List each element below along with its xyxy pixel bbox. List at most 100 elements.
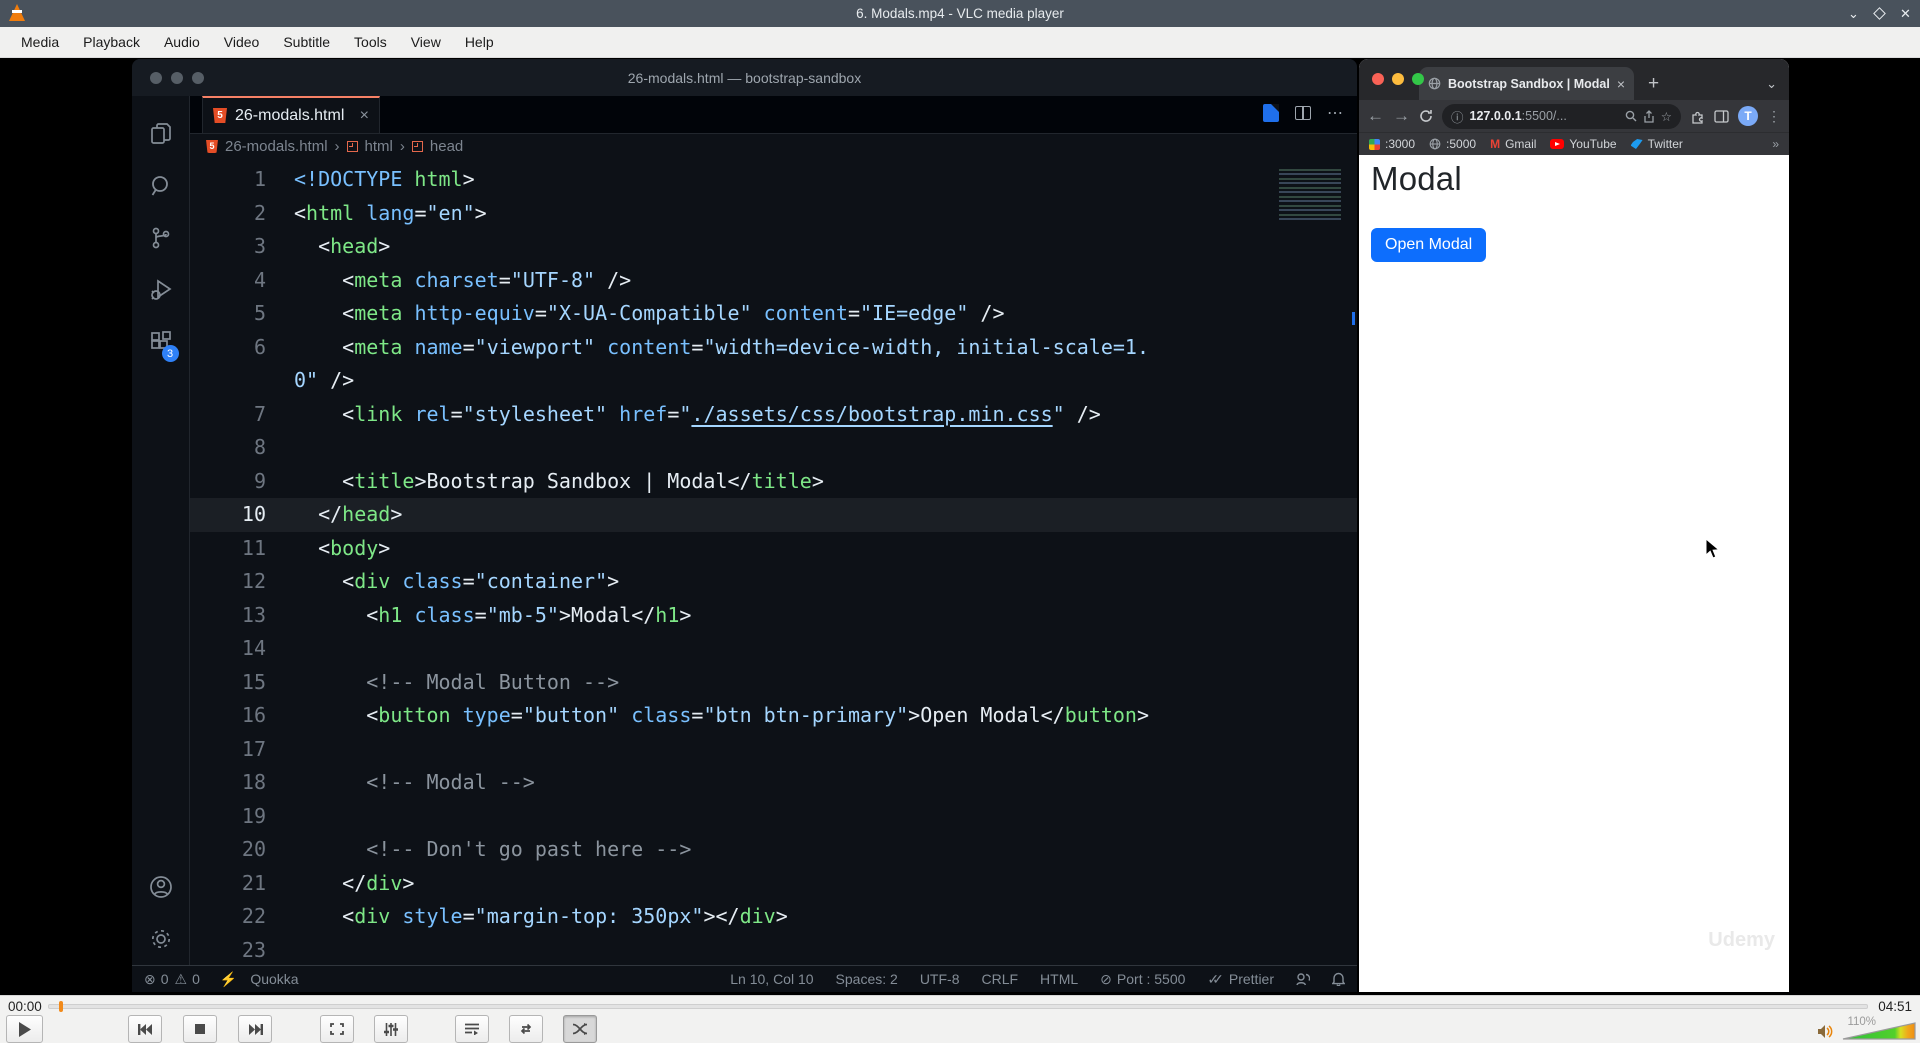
code-line[interactable]: 16 <button type="button" class="btn btn-… (190, 699, 1357, 733)
profile-avatar[interactable]: T (1738, 106, 1758, 126)
notifications-bell-icon[interactable] (1332, 972, 1345, 986)
eol-sequence[interactable]: CRLF (981, 971, 1018, 987)
code-line[interactable]: 12 <div class="container"> (190, 565, 1357, 599)
bookmarks-overflow-icon[interactable]: » (1772, 137, 1779, 151)
open-preview-icon[interactable] (1263, 104, 1279, 122)
fullscreen-button[interactable] (320, 1015, 354, 1043)
zoom-magnifier-icon[interactable] (1625, 110, 1637, 122)
breadcrumb-html[interactable]: html (365, 138, 393, 155)
code-line[interactable]: 2 <html lang="en"> (190, 197, 1357, 231)
bookmark-star-icon[interactable]: ☆ (1661, 109, 1672, 124)
prettier-status[interactable]: ✓✓ Prettier (1207, 971, 1274, 988)
bookmark-5000[interactable]: :5000 (1429, 137, 1476, 151)
menu-playback[interactable]: Playback (72, 31, 151, 53)
new-tab-icon[interactable]: + (1648, 73, 1659, 95)
code-line[interactable]: 23 (190, 934, 1357, 966)
code-line[interactable]: 0" /> (190, 364, 1357, 398)
forward-icon[interactable]: → (1393, 106, 1410, 126)
browser-tab[interactable]: Bootstrap Sandbox | Modal × (1419, 67, 1634, 100)
feedback-icon[interactable] (1296, 972, 1310, 986)
quokka-status[interactable]: ⚡ Quokka (220, 971, 299, 988)
side-panel-icon[interactable] (1714, 109, 1729, 123)
code-line[interactable]: 18 <!-- Modal --> (190, 766, 1357, 800)
code-editor[interactable]: 1 <!DOCTYPE html> 2 <html lang="en"> 3 <head… (190, 158, 1357, 965)
code-line[interactable]: 21 </div> (190, 867, 1357, 901)
bookmark-youtube[interactable]: YouTube (1550, 137, 1617, 151)
back-icon[interactable]: ← (1367, 106, 1384, 126)
shuffle-button[interactable] (563, 1015, 597, 1043)
settings-gear-icon[interactable] (137, 913, 185, 965)
editor-more-actions-icon[interactable]: ⋯ (1327, 103, 1343, 123)
bookmark-3000[interactable]: :3000 (1369, 137, 1415, 151)
source-control-icon[interactable] (137, 212, 185, 264)
run-debug-icon[interactable] (137, 264, 185, 316)
code-line[interactable]: 11 <body> (190, 532, 1357, 566)
code-line[interactable]: 20 <!-- Don't go past here --> (190, 833, 1357, 867)
speaker-icon[interactable] (1818, 1025, 1834, 1038)
chrome-menu-icon[interactable]: ⋮ (1767, 108, 1781, 125)
extensions-puzzle-icon[interactable] (1690, 109, 1705, 124)
code-line[interactable]: 19 (190, 800, 1357, 834)
tab-close-icon[interactable]: × (1617, 76, 1625, 92)
site-info-icon[interactable]: ⓘ (1451, 107, 1464, 126)
loop-button[interactable] (509, 1015, 543, 1043)
menu-help[interactable]: Help (454, 31, 505, 53)
code-line[interactable]: 1 <!DOCTYPE html> (190, 163, 1357, 197)
address-bar[interactable]: ⓘ 127.0.0.1:5500/... ☆ (1442, 103, 1681, 129)
encoding[interactable]: UTF-8 (920, 971, 960, 987)
volume-slider[interactable] (1842, 1022, 1916, 1040)
code-line[interactable]: 6 <meta name="viewport" content="width=d… (190, 331, 1357, 365)
next-button[interactable] (238, 1015, 272, 1043)
code-line[interactable]: 5 <meta http-equiv="X-UA-Compatible" con… (190, 297, 1357, 331)
problems-warnings[interactable]: ⚠ 0 (175, 971, 200, 988)
code-line[interactable]: 14 (190, 632, 1357, 666)
live-server-port[interactable]: ⊘ Port : 5500 (1100, 971, 1185, 988)
seek-handle[interactable] (59, 1001, 63, 1012)
code-line[interactable]: 10 </head> (190, 498, 1357, 532)
playlist-button[interactable] (455, 1015, 489, 1043)
extensions-icon[interactable]: 3 (137, 316, 185, 368)
breadcrumb-head[interactable]: head (430, 138, 463, 155)
stop-button[interactable] (183, 1015, 217, 1043)
menu-video[interactable]: Video (213, 31, 271, 53)
share-icon[interactable] (1643, 109, 1655, 123)
problems-errors[interactable]: ⊗ 0 (144, 971, 169, 988)
seek-bar[interactable] (48, 1001, 1868, 1012)
code-line[interactable]: 3 <head> (190, 230, 1357, 264)
tab-26-modals[interactable]: 5 26-modals.html × (202, 96, 380, 133)
indentation[interactable]: Spaces: 2 (836, 971, 898, 987)
scrollbar-indicator[interactable] (1352, 312, 1355, 325)
menu-media[interactable]: Media (10, 31, 70, 53)
open-modal-button[interactable]: Open Modal (1371, 228, 1487, 262)
extended-settings-button[interactable] (374, 1015, 408, 1043)
search-icon[interactable] (137, 160, 185, 212)
menu-tools[interactable]: Tools (343, 31, 398, 53)
code-line[interactable]: 13 <h1 class="mb-5">Modal</h1> (190, 599, 1357, 633)
bookmark-twitter[interactable]: Twitter (1630, 137, 1683, 151)
code-line[interactable]: 15 <!-- Modal Button --> (190, 666, 1357, 700)
bookmark-gmail[interactable]: M Gmail (1490, 137, 1536, 151)
explorer-icon[interactable] (137, 108, 185, 160)
code-line[interactable]: 7 <link rel="stylesheet" href="./assets/… (190, 398, 1357, 432)
code-line[interactable]: 8 (190, 431, 1357, 465)
previous-button[interactable] (128, 1015, 162, 1043)
minimize-icon[interactable]: ⌄ (1847, 6, 1860, 21)
split-editor-icon[interactable] (1295, 106, 1311, 120)
reload-icon[interactable] (1419, 109, 1433, 123)
cursor-position[interactable]: Ln 10, Col 10 (730, 971, 813, 987)
menu-subtitle[interactable]: Subtitle (272, 31, 341, 53)
code-line[interactable]: 9 <title>Bootstrap Sandbox | Modal</titl… (190, 465, 1357, 499)
menu-audio[interactable]: Audio (153, 31, 211, 53)
breadcrumb-file[interactable]: 26-modals.html (225, 138, 328, 155)
code-line[interactable]: 22 <div style="margin-top: 350px"></div> (190, 900, 1357, 934)
code-line[interactable]: 4 <meta charset="UTF-8" /> (190, 264, 1357, 298)
language-mode[interactable]: HTML (1040, 971, 1078, 987)
close-icon[interactable]: ✕ (1899, 6, 1912, 21)
play-button[interactable] (6, 1015, 43, 1043)
tab-close-icon[interactable]: × (360, 107, 369, 125)
minimap[interactable] (1279, 166, 1341, 222)
tab-search-chevron-icon[interactable]: ⌄ (1766, 76, 1777, 92)
maximize-icon[interactable] (1873, 7, 1886, 20)
chrome-traffic-lights[interactable] (1372, 73, 1424, 85)
menu-view[interactable]: View (400, 31, 452, 53)
